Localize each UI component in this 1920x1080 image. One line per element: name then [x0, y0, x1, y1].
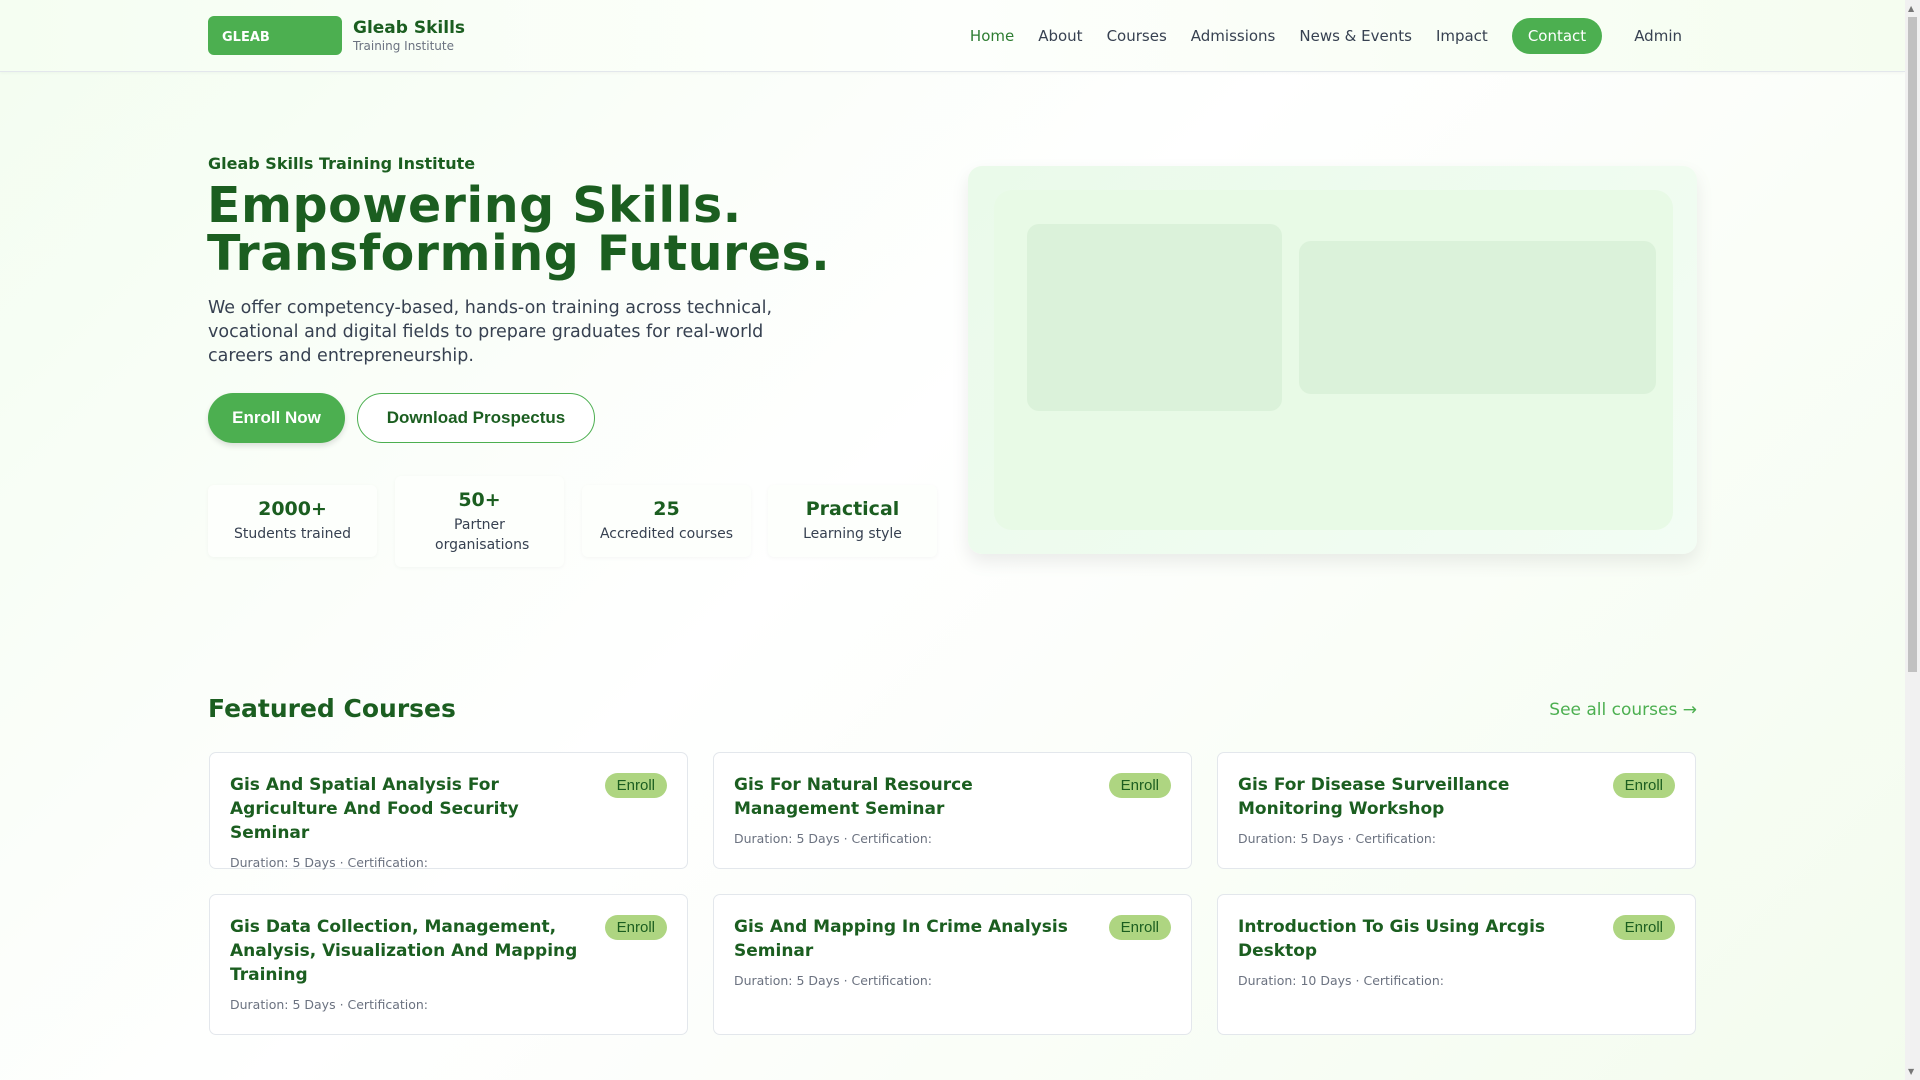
- see-all-courses-link[interactable]: See all courses →: [1549, 700, 1697, 720]
- course-meta: Duration: 5 Days · Certification:: [1238, 831, 1437, 846]
- featured-courses-title: Featured Courses: [208, 694, 456, 723]
- stat-partners: 50+ Partner organisations: [395, 476, 564, 567]
- stat-value: Practical: [805, 498, 900, 520]
- course-meta: Duration: 10 Days · Certification:: [1238, 973, 1444, 988]
- stat-label: Accredited courses: [599, 526, 734, 542]
- course-title[interactable]: Gis For Disease Surveillance Monitoring …: [1238, 773, 1598, 821]
- nav-home[interactable]: Home: [970, 27, 1014, 45]
- course-meta: Duration: 5 Days · Certification:: [230, 855, 429, 870]
- nav-courses[interactable]: Courses: [1107, 27, 1167, 45]
- course-card: Gis For Disease Surveillance Monitoring …: [1217, 752, 1696, 869]
- scroll-down-arrow-icon[interactable]: ▼: [1908, 1067, 1914, 1076]
- stat-value: 50+: [458, 488, 501, 511]
- stat-learning-style: Practical Learning style: [768, 485, 937, 557]
- course-card: Introduction To Gis Using Arcgis Desktop…: [1217, 894, 1696, 1035]
- nav-news-events[interactable]: News & Events: [1299, 27, 1412, 45]
- enroll-button[interactable]: Enroll: [1108, 915, 1171, 940]
- nav-admin[interactable]: Admin: [1634, 27, 1682, 45]
- course-title[interactable]: Gis For Natural Resource Management Semi…: [734, 773, 1094, 821]
- image-placeholder: [1299, 241, 1656, 394]
- hero-lead: We offer competency-based, hands-on trai…: [208, 298, 773, 366]
- stat-value: 25: [653, 498, 680, 520]
- scrollbar-thumb[interactable]: [1908, 17, 1917, 672]
- course-title[interactable]: Gis And Spatial Analysis For Agriculture…: [230, 773, 590, 845]
- stat-courses: 25 Accredited courses: [582, 485, 751, 557]
- course-meta: Duration: 5 Days · Certification:: [734, 831, 933, 846]
- course-card: Gis And Mapping In Crime Analysis Semina…: [713, 894, 1192, 1035]
- hero-title-line-2: Transforming Futures.: [207, 225, 831, 282]
- course-meta: Duration: 5 Days · Certification:: [734, 973, 933, 988]
- enroll-now-button[interactable]: Enroll Now: [208, 393, 345, 443]
- stat-label: Partner organisations: [435, 516, 530, 553]
- stat-label: Learning style: [803, 526, 902, 542]
- course-card: Gis Data Collection, Management, Analysi…: [209, 894, 688, 1035]
- hero-eyebrow: Gleab Skills Training Institute: [208, 154, 476, 173]
- page-scrollbar[interactable]: ▲ ▼: [1905, 0, 1920, 1080]
- enroll-button[interactable]: Enroll: [604, 773, 667, 798]
- logo[interactable]: GLEAB: [208, 16, 342, 55]
- enroll-button[interactable]: Enroll: [604, 915, 667, 940]
- course-title[interactable]: Gis And Mapping In Crime Analysis Semina…: [734, 915, 1094, 963]
- stat-students: 2000+ Students trained: [208, 485, 377, 557]
- brand-subtitle: Training Institute: [353, 39, 454, 53]
- brand[interactable]: Gleab Skills Training Institute: [353, 18, 465, 53]
- hero-image-panel: [994, 190, 1673, 530]
- enroll-button[interactable]: Enroll: [1612, 773, 1675, 798]
- hero-image-card: [968, 166, 1697, 554]
- nav-impact[interactable]: Impact: [1436, 27, 1488, 45]
- stat-label: Students trained: [234, 526, 351, 542]
- brand-name: Gleab Skills: [353, 18, 466, 38]
- site-header: GLEAB Gleab Skills Training Institute Ho…: [0, 0, 1905, 72]
- contact-button[interactable]: Contact: [1511, 18, 1603, 54]
- hero-title: Empowering Skills. Transforming Futures.: [207, 181, 830, 278]
- course-card: Gis And Spatial Analysis For Agriculture…: [209, 752, 688, 870]
- nav-about[interactable]: About: [1038, 27, 1082, 45]
- scroll-up-arrow-icon[interactable]: ▲: [1908, 4, 1914, 13]
- main-nav: Home About Courses Admissions News & Eve…: [946, 0, 1682, 72]
- enroll-button[interactable]: Enroll: [1108, 773, 1171, 798]
- image-placeholder: [1027, 224, 1282, 411]
- course-meta: Duration: 5 Days · Certification:: [230, 997, 429, 1012]
- course-card: Gis For Natural Resource Management Semi…: [713, 752, 1192, 869]
- nav-admissions[interactable]: Admissions: [1191, 27, 1276, 45]
- download-prospectus-button[interactable]: Download Prospectus: [357, 393, 595, 443]
- enroll-button[interactable]: Enroll: [1612, 915, 1675, 940]
- course-title[interactable]: Introduction To Gis Using Arcgis Desktop: [1238, 915, 1598, 963]
- stat-value: 2000+: [258, 498, 327, 520]
- course-title[interactable]: Gis Data Collection, Management, Analysi…: [230, 915, 590, 987]
